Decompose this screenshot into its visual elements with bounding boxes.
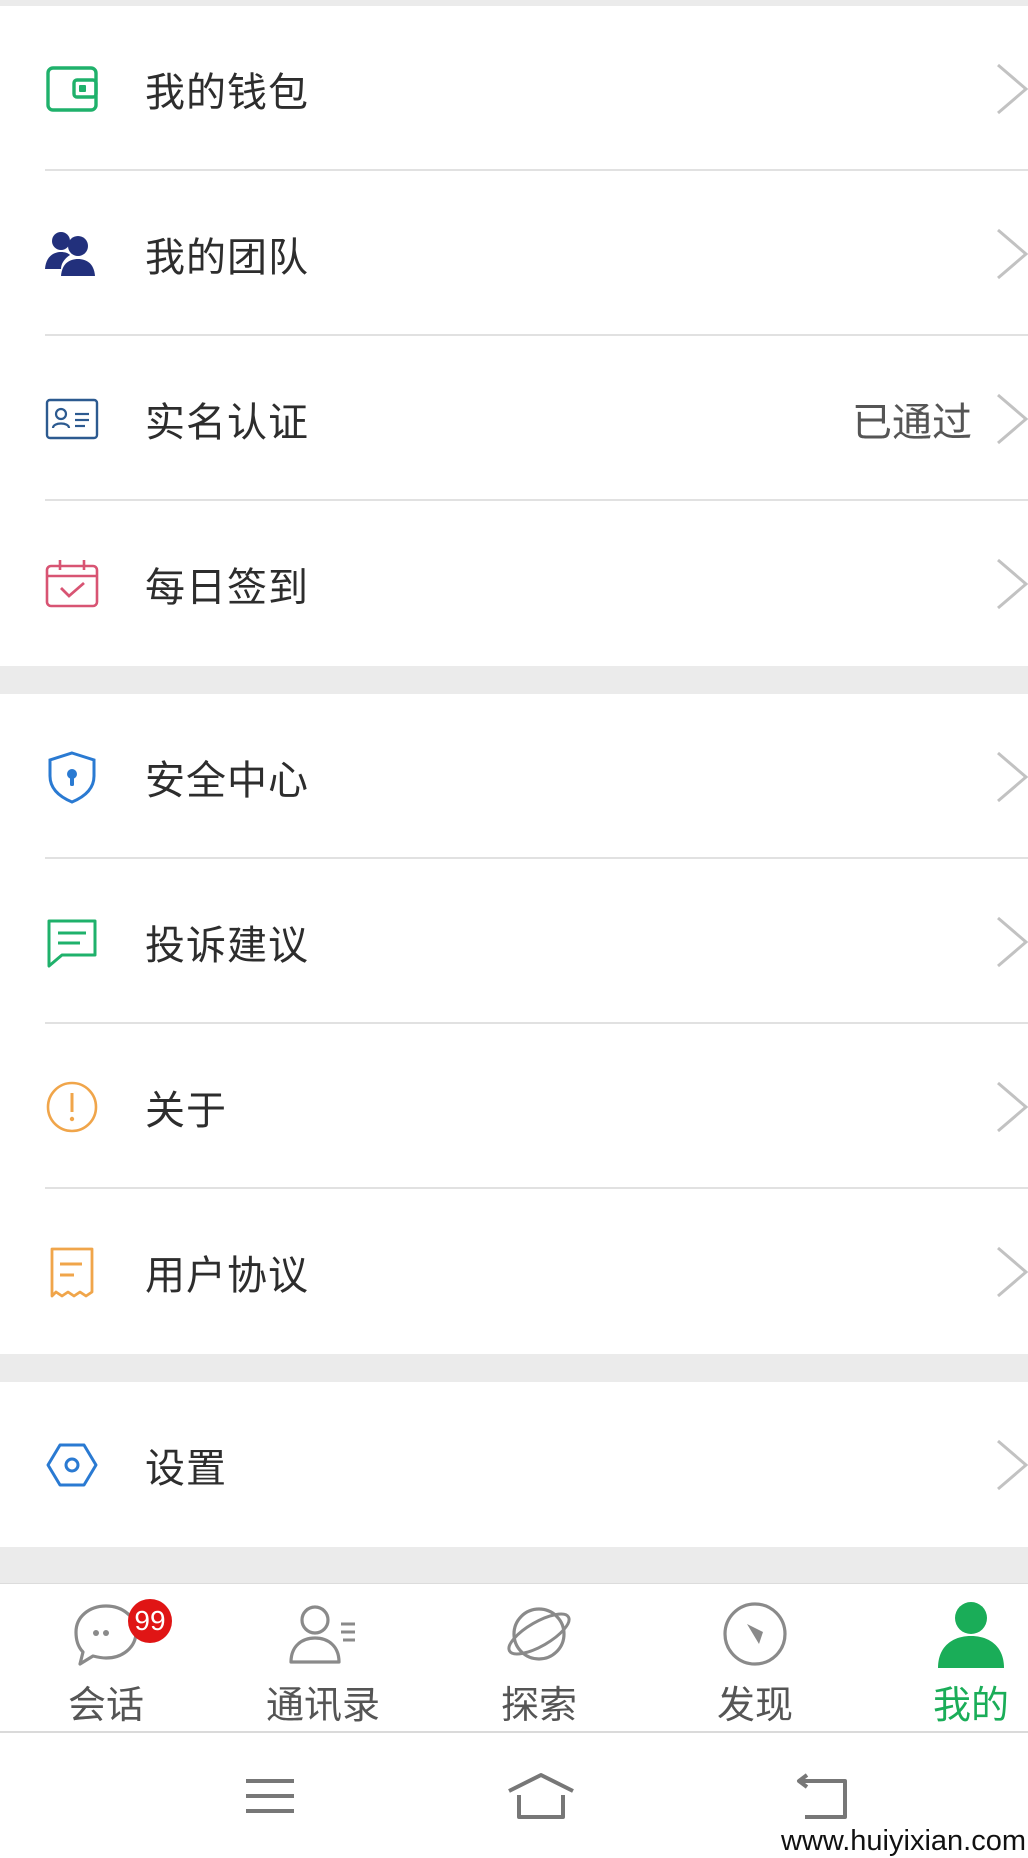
wallet-icon [44,61,100,117]
tab-mine[interactable]: 我的 [891,1584,1028,1732]
tab-label: 通讯录 [265,1683,380,1727]
tab-chat[interactable]: 99 会话 [26,1584,186,1732]
calendar-check-icon [44,556,100,612]
menu-item-label: 关于 [145,1087,227,1134]
back-icon[interactable] [783,1761,863,1831]
tab-contacts[interactable]: 通讯录 [243,1584,403,1732]
planet-icon [501,1596,577,1672]
chevron-right-icon [992,914,1028,970]
menu-item-feedback[interactable]: 投诉建议 [0,859,1028,1024]
menu-group-settings: 设置 [0,1382,1028,1547]
menu-item-label: 我的钱包 [145,69,309,116]
chevron-right-icon [992,391,1028,447]
tab-label: 探索 [500,1683,577,1727]
chevron-right-icon [992,1437,1028,1493]
message-icon [44,914,100,970]
menu-icon[interactable] [230,1761,310,1831]
menu-item-label: 每日签到 [145,564,309,611]
menu-item-label: 实名认证 [145,399,309,446]
tab-label: 发现 [716,1683,793,1727]
menu-item-team[interactable]: 我的团队 [0,171,1028,336]
menu-group-support: 安全中心 投诉建议 关于 用户协议 [0,694,1028,1354]
chevron-right-icon [992,556,1028,612]
menu-item-label: 设置 [145,1445,227,1492]
menu-group-account: 我的钱包 我的团队 实名认证 已通过 每日签到 [0,6,1028,666]
chevron-right-icon [992,61,1028,117]
home-icon[interactable] [501,1761,581,1831]
menu-item-about[interactable]: 关于 [0,1024,1028,1189]
menu-item-checkin[interactable]: 每日签到 [0,501,1028,666]
menu-item-settings[interactable]: 设置 [0,1382,1028,1547]
menu-item-agreement[interactable]: 用户协议 [0,1189,1028,1354]
chevron-right-icon [992,226,1028,282]
shield-icon [44,749,100,805]
tab-discover[interactable]: 发现 [675,1584,835,1732]
watermark: www.huiyixian.com [781,1825,1026,1857]
tab-label: 会话 [67,1683,144,1727]
verification-status: 已通过 [852,399,972,446]
person-icon [933,1596,1009,1672]
compass-icon [717,1596,793,1672]
contacts-icon [285,1596,361,1672]
team-icon [44,226,100,282]
bottom-tab-bar: 99 会话 通讯录 探索 发现 我的 [0,1583,1028,1732]
settings-icon [44,1437,100,1493]
chevron-right-icon [992,1079,1028,1135]
system-nav-bar: www.huiyixian.com [0,1731,1028,1858]
menu-item-realname[interactable]: 实名认证 已通过 [0,336,1028,501]
tab-label: 我的 [932,1683,1009,1727]
unread-badge: 99 [128,1599,172,1643]
tab-explore[interactable]: 探索 [459,1584,619,1732]
menu-item-label: 用户协议 [145,1252,309,1299]
menu-item-label: 我的团队 [145,234,309,281]
document-icon [44,1244,100,1300]
menu-item-security[interactable]: 安全中心 [0,694,1028,859]
id-card-icon [44,391,100,447]
menu-item-wallet[interactable]: 我的钱包 [0,6,1028,171]
menu-item-label: 安全中心 [145,757,309,804]
chevron-right-icon [992,749,1028,805]
chevron-right-icon [992,1244,1028,1300]
menu-item-label: 投诉建议 [145,922,309,969]
info-icon [44,1079,100,1135]
